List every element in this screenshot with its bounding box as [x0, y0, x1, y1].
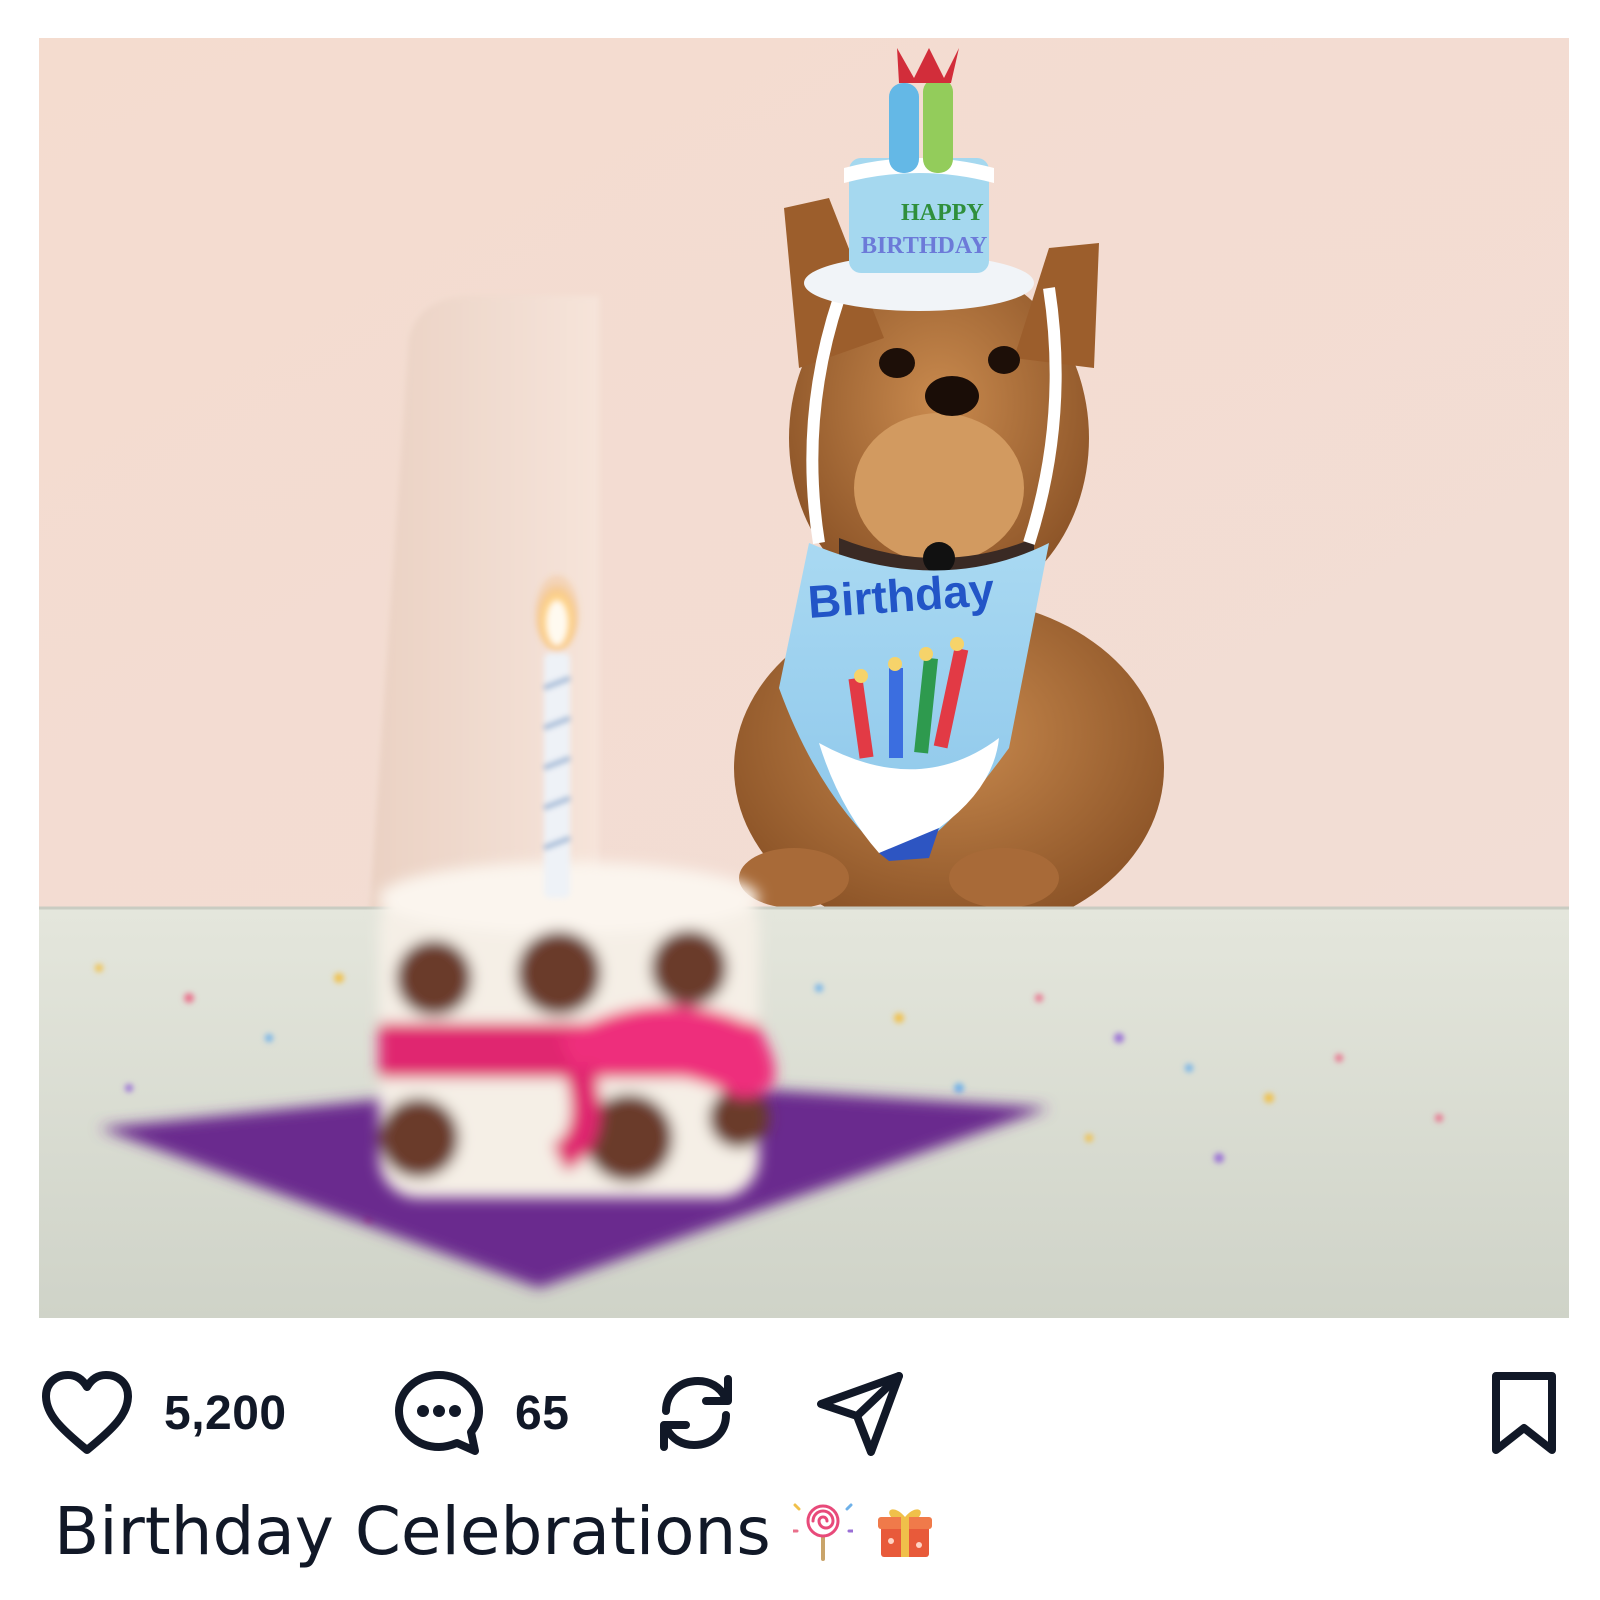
repost-button[interactable] — [652, 1368, 740, 1458]
heart-icon — [42, 1371, 132, 1454]
comments-count: 65 — [515, 1386, 570, 1440]
hat-text-line1: HAPPY — [901, 200, 984, 226]
comment-button[interactable]: 65 — [393, 1368, 569, 1458]
send-icon — [817, 1372, 903, 1456]
caption-text: Birthday Celebrations — [54, 1492, 771, 1570]
gift-icon — [875, 1501, 935, 1561]
post-action-bar: 5,200 65 — [40, 1368, 1570, 1458]
hat-text-line2: BIRTHDAY — [861, 233, 987, 259]
repost-icon — [660, 1375, 732, 1451]
like-button[interactable]: 5,200 — [40, 1368, 287, 1458]
likes-count: 5,200 — [164, 1386, 287, 1440]
dog-birthday-photo: Birthday HAPPY BIRTHDAY — [39, 38, 1569, 1318]
bookmark-button[interactable] — [1488, 1368, 1560, 1458]
share-button[interactable] — [813, 1368, 907, 1458]
bookmark-icon — [1492, 1372, 1556, 1454]
chat-bubble-icon — [395, 1371, 483, 1455]
birthday-cake — [379, 862, 775, 1198]
post-caption: Birthday Celebrations — [54, 1486, 935, 1576]
lollipop-icon — [792, 1501, 853, 1561]
post-photo[interactable]: Birthday HAPPY BIRTHDAY — [39, 38, 1569, 1318]
